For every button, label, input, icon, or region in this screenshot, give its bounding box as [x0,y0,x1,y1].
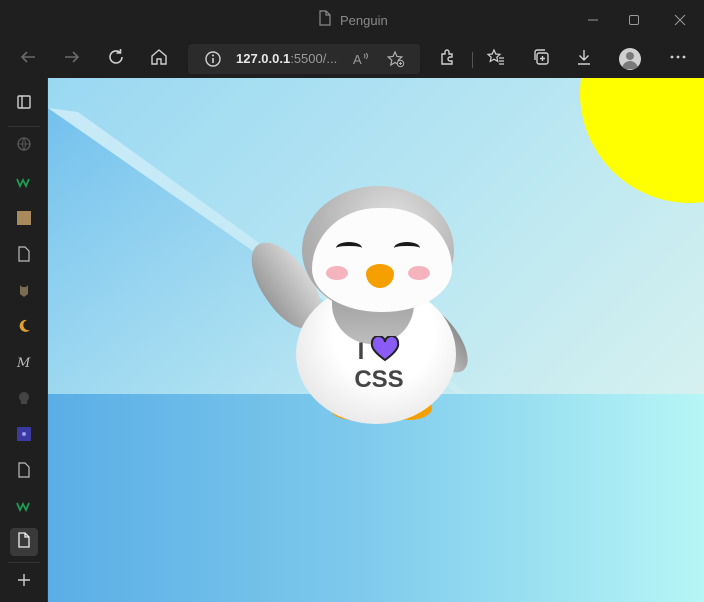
toolbar: 127.0.0.1:5500/... A [0,40,704,78]
close-icon [674,11,686,30]
tab-item-active-penguin[interactable] [10,528,38,556]
maximize-button[interactable] [622,8,646,32]
m-icon: M [16,354,32,374]
collections-icon [532,48,550,70]
tab-item-5[interactable] [10,278,38,306]
title-bar: Penguin [0,0,704,40]
profile-icon [622,52,638,69]
svg-text:M: M [16,356,31,370]
page-icon [318,10,332,30]
penguin-left-cheek [326,266,348,280]
address-bar[interactable]: 127.0.0.1:5500/... A [188,44,420,74]
info-icon[interactable] [204,50,222,72]
heart-icon [370,334,400,369]
back-button[interactable] [14,45,42,73]
sidebar-divider-bottom [8,562,40,563]
address-host: 127.0.0.1 [236,51,291,66]
owl-icon [16,282,32,302]
home-button[interactable] [145,45,173,73]
tab-item-1[interactable] [10,132,38,160]
favorites-button[interactable] [482,45,510,73]
page2-icon [17,462,31,482]
address-path: :5500/... [290,51,338,66]
moon-icon [16,318,32,338]
penguin-left-eye [336,242,362,254]
shirt-letter-i: I [357,338,365,365]
window-title-text: Penguin [340,12,388,28]
penguin: I CSS [238,184,482,424]
shirt-css-text: CSS [354,366,404,393]
page3-icon [17,532,31,552]
more-icon [669,48,687,70]
maximize-icon [628,11,640,30]
collections-button[interactable] [527,45,555,73]
add-favorite-icon[interactable] [386,50,405,72]
svg-text:A: A [353,52,362,67]
favorites-icon [486,48,505,70]
skull-icon [16,390,32,410]
tab-item-7[interactable]: M [10,350,38,378]
tab-item-6[interactable] [10,314,38,342]
tab-item-11[interactable] [10,494,38,522]
close-button[interactable] [668,8,692,32]
refresh-icon [107,48,125,70]
minimize-icon [587,11,599,30]
read-aloud-icon[interactable]: A [352,50,370,72]
tab-item-4[interactable] [10,242,38,270]
downloads-icon [575,48,593,70]
globe-icon [16,136,32,156]
refresh-button[interactable] [102,45,130,73]
page-icon [17,246,31,266]
forward-icon [63,48,81,70]
shirt-text: I CSS [314,334,444,394]
tab-item-10[interactable] [10,458,38,486]
forward-button[interactable] [58,45,86,73]
image-icon [16,210,32,230]
penguin-face [312,208,452,312]
w2-icon [16,498,32,518]
tab-item-3[interactable] [10,206,38,234]
tab-item-8[interactable] [10,386,38,414]
water [48,394,704,602]
page-content: I CSS [48,78,704,602]
minimize-button[interactable] [581,8,605,32]
tab-actions-button[interactable] [10,90,38,118]
toolbar-separator [472,52,473,68]
downloads-button[interactable] [570,45,598,73]
profile-avatar[interactable] [619,48,641,70]
new-tab-button[interactable] [10,568,38,596]
home-icon [150,48,168,70]
extensions-icon [439,48,457,70]
more-button[interactable] [664,45,692,73]
back-icon [19,48,37,70]
w-icon [16,174,32,194]
tab-item-2[interactable] [10,170,38,198]
tab-actions-icon [16,94,32,114]
penguin-right-cheek [408,266,430,280]
window-title: Penguin [318,10,388,30]
tab-item-9[interactable] [10,422,38,450]
sidebar-divider [8,126,40,127]
browser-window: Penguin 127.0.0.1:5500/... A M I CSS [0,0,704,602]
extensions-button[interactable] [434,45,462,73]
address-url: 127.0.0.1:5500/... [236,51,337,66]
vertical-tabs-sidebar: M [0,78,48,602]
image2-icon [16,426,32,446]
plus-icon [16,572,32,592]
penguin-right-eye [394,242,420,254]
